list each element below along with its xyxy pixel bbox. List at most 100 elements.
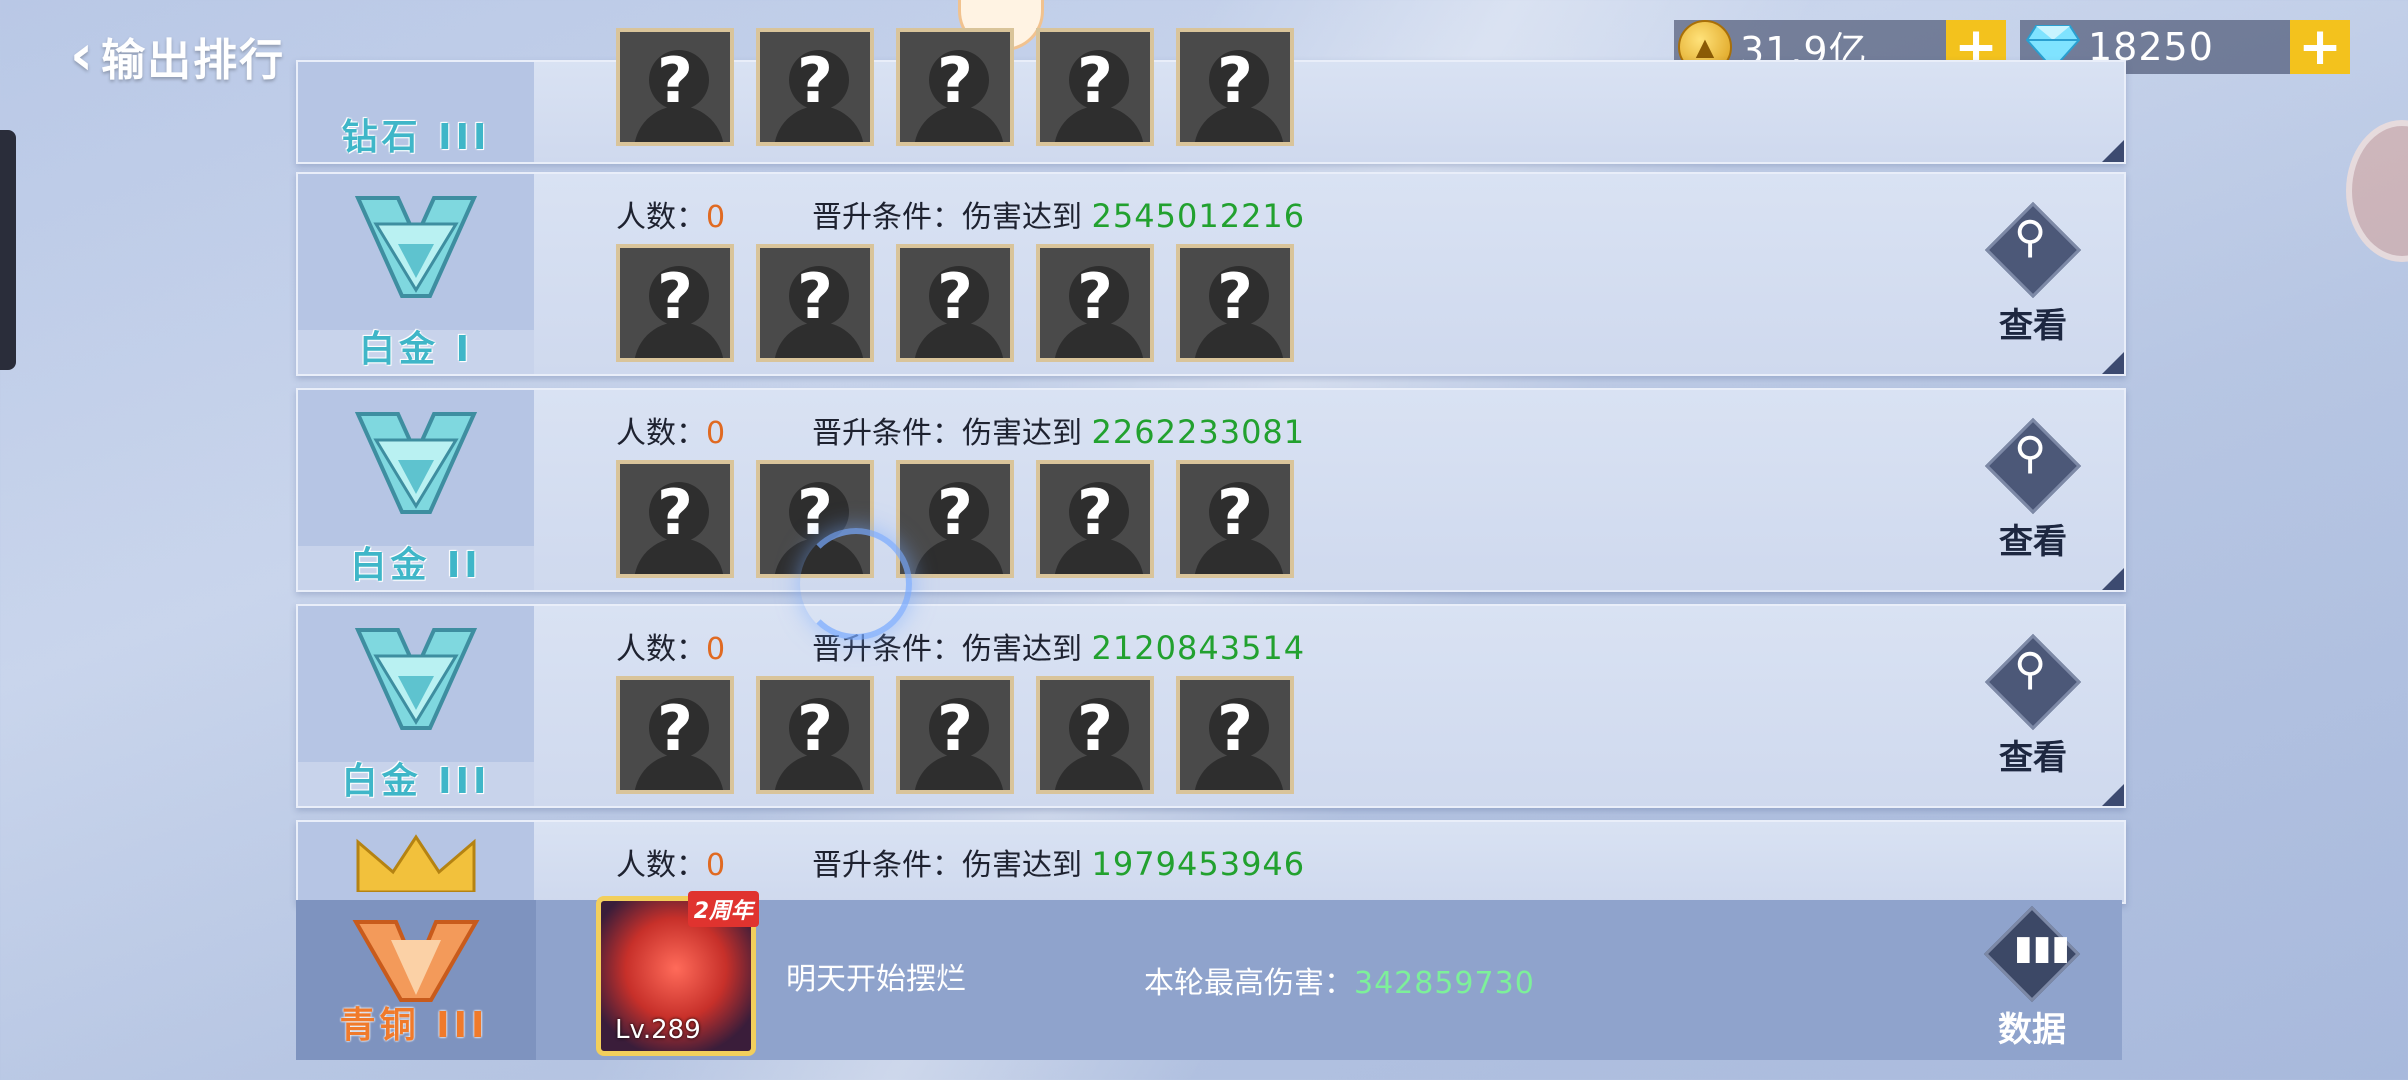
player-level: Lv.289 bbox=[615, 1015, 701, 1045]
question-mark: ? bbox=[1217, 260, 1253, 333]
promotion-condition: 晋升条件：伤害达到 2545012216 bbox=[812, 192, 1305, 236]
player-slots: ? ? ? ? ? bbox=[616, 244, 1294, 362]
question-mark: ? bbox=[657, 44, 693, 117]
tier-badge: 白金 I bbox=[298, 174, 534, 374]
player-slots: ? ? ? ? ? bbox=[616, 460, 1294, 578]
unknown-player-slot[interactable]: ? bbox=[1036, 28, 1154, 146]
tier-badge: 白金 II bbox=[298, 390, 534, 590]
unknown-player-slot[interactable]: ? bbox=[616, 28, 734, 146]
edge-handle[interactable] bbox=[0, 130, 16, 370]
question-mark: ? bbox=[937, 44, 973, 117]
view-button[interactable]: ⚲ 查看 bbox=[1984, 633, 2082, 779]
anniversary-badge: 2周年 bbox=[687, 891, 759, 927]
question-mark: ? bbox=[1217, 692, 1253, 765]
unknown-player-slot[interactable]: ? bbox=[1176, 28, 1294, 146]
promotion-label: 晋升条件：伤害达到 bbox=[812, 200, 1082, 235]
question-mark: ? bbox=[1077, 476, 1113, 549]
member-count-label: 人数： bbox=[616, 200, 706, 235]
unknown-player-slot[interactable]: ? bbox=[1176, 676, 1294, 794]
platinum-rank-icon bbox=[354, 196, 478, 298]
tier-badge: 钻石 III bbox=[298, 62, 534, 162]
question-mark: ? bbox=[657, 260, 693, 333]
my-rank-name: 青铜 III bbox=[339, 1005, 489, 1046]
best-damage-label: 本轮最高伤害： bbox=[1144, 966, 1354, 1001]
stats-label: 数据 bbox=[1998, 1010, 2066, 1050]
question-mark: ? bbox=[937, 476, 973, 549]
platinum-rank-icon bbox=[354, 628, 478, 730]
member-count-value: 0 bbox=[706, 848, 726, 883]
member-count-label: 人数： bbox=[616, 632, 706, 667]
question-mark: ? bbox=[1077, 260, 1113, 333]
member-count: 人数：0 bbox=[616, 192, 725, 236]
tier-rank-name: 钻石 III bbox=[341, 117, 491, 158]
question-mark: ? bbox=[797, 692, 833, 765]
member-count-value: 0 bbox=[706, 416, 726, 451]
unknown-player-slot[interactable]: ? bbox=[616, 244, 734, 362]
tier-rank-name: 白金 III bbox=[341, 761, 491, 802]
bar-chart-icon: ▮▮▮ bbox=[2014, 928, 2071, 968]
member-count-label: 人数： bbox=[616, 416, 706, 451]
view-button[interactable]: ⚲ 查看 bbox=[1984, 201, 2082, 347]
unknown-player-slot[interactable]: ? bbox=[896, 244, 1014, 362]
unknown-player-slot[interactable]: ? bbox=[756, 676, 874, 794]
add-gem-button[interactable]: + bbox=[2290, 20, 2350, 74]
my-rank-bar: 青铜 III 2周年 Lv.289 明天开始摆烂 本轮最高伤害：34285973… bbox=[296, 891, 2122, 1060]
unknown-player-slot[interactable]: ? bbox=[896, 28, 1014, 146]
loading-spinner-icon bbox=[800, 528, 912, 640]
promotion-damage: 2262233081 bbox=[1091, 413, 1306, 451]
view-button[interactable]: ⚲ 查看 bbox=[1984, 417, 2082, 563]
member-count: 人数：0 bbox=[616, 840, 725, 884]
corner-mark bbox=[2102, 140, 2124, 162]
corner-mark bbox=[2102, 784, 2124, 806]
tier-badge bbox=[298, 822, 534, 902]
unknown-player-slot[interactable]: ? bbox=[1036, 244, 1154, 362]
question-mark: ? bbox=[1217, 44, 1253, 117]
question-mark: ? bbox=[657, 476, 693, 549]
page-title: 输出排行 bbox=[101, 35, 286, 86]
promotion-damage: 2545012216 bbox=[1091, 197, 1306, 235]
unknown-player-slot[interactable]: ? bbox=[1176, 244, 1294, 362]
unknown-player-slot[interactable]: ? bbox=[896, 676, 1014, 794]
gold-rank-icon bbox=[356, 834, 476, 892]
tier-badge: 白金 III bbox=[298, 606, 534, 806]
promotion-condition: 晋升条件：伤害达到 1979453946 bbox=[812, 840, 1305, 884]
magnifier-icon: ⚲ bbox=[2014, 212, 2047, 263]
back-button[interactable]: ‹ 输出排行 bbox=[70, 24, 285, 88]
tier-row: 白金 II 人数：0 晋升条件：伤害达到 2262233081 ? ? ? ? bbox=[296, 388, 2126, 592]
question-mark: ? bbox=[797, 44, 833, 117]
unknown-player-slot[interactable]: ? bbox=[1036, 460, 1154, 578]
unknown-player-slot[interactable]: ? bbox=[1176, 460, 1294, 578]
view-label: 查看 bbox=[1999, 738, 2067, 778]
unknown-player-slot[interactable]: ? bbox=[1036, 676, 1154, 794]
player-avatar[interactable]: 2周年 Lv.289 bbox=[596, 891, 759, 1056]
question-mark: ? bbox=[797, 260, 833, 333]
chevron-left-icon: ‹ bbox=[70, 23, 94, 88]
best-damage-value: 342859730 bbox=[1354, 966, 1535, 1001]
platinum-rank-icon bbox=[354, 412, 478, 514]
view-label: 查看 bbox=[1999, 522, 2067, 562]
unknown-player-slot[interactable]: ? bbox=[756, 244, 874, 362]
unknown-player-slot[interactable]: ? bbox=[616, 460, 734, 578]
question-mark: ? bbox=[937, 692, 973, 765]
tier-row: 人数：0 晋升条件：伤害达到 1979453946 bbox=[296, 820, 2126, 904]
promotion-damage: 1979453946 bbox=[1091, 845, 1306, 883]
member-count-value: 0 bbox=[706, 632, 726, 667]
magnifier-icon: ⚲ bbox=[2014, 644, 2047, 695]
magnifier-icon: ⚲ bbox=[2014, 428, 2047, 479]
player-slots: ? ? ? ? ? bbox=[616, 28, 1294, 146]
question-mark: ? bbox=[1077, 692, 1113, 765]
unknown-player-slot[interactable]: ? bbox=[896, 460, 1014, 578]
stats-button[interactable]: ▮▮▮ 数据 bbox=[1982, 905, 2082, 1051]
member-count-label: 人数： bbox=[616, 848, 706, 883]
member-count: 人数：0 bbox=[616, 624, 725, 668]
corner-mark bbox=[2102, 352, 2124, 374]
member-count: 人数：0 bbox=[616, 408, 725, 452]
view-label: 查看 bbox=[1999, 306, 2067, 346]
unknown-player-slot[interactable]: ? bbox=[756, 28, 874, 146]
unknown-player-slot[interactable]: ? bbox=[616, 676, 734, 794]
promotion-label: 晋升条件：伤害达到 bbox=[812, 416, 1082, 451]
player-slots: ? ? ? ? ? bbox=[616, 676, 1294, 794]
question-mark: ? bbox=[1217, 476, 1253, 549]
question-mark: ? bbox=[1077, 44, 1113, 117]
tier-row: 白金 I 人数：0 晋升条件：伤害达到 2545012216 ? ? ? ? ?… bbox=[296, 172, 2126, 376]
